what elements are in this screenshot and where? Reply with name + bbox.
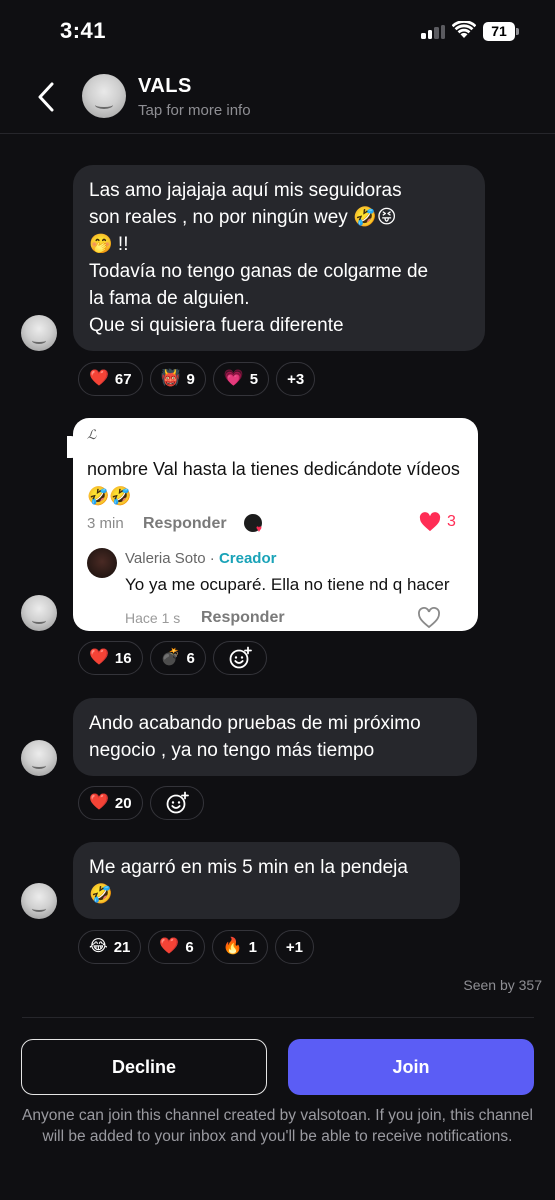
reaction-count: 20 — [114, 794, 132, 812]
comment-author-initial: ℒ — [87, 428, 97, 443]
reaction-pill[interactable]: 💣 6 — [149, 641, 206, 675]
reaction-pill[interactable]: ❤️ 16 — [78, 641, 143, 675]
message-line: Ando acabando pruebas de mi próximo — [89, 713, 421, 734]
channel-info-hint[interactable]: Tap for more info — [138, 102, 251, 119]
message-line: Todavía no tengo ganas de colgarme de — [89, 261, 429, 282]
reaction-count: 5 — [249, 370, 259, 388]
reaction-emoji: 😂 — [89, 938, 108, 955]
message-line: Las amo jajajaja aquí mis seguidoras — [89, 180, 402, 201]
more-reactions-pill[interactable]: +3 — [276, 362, 316, 396]
message-line: 🤣 — [89, 884, 113, 905]
reaction-count: 6 — [185, 938, 194, 956]
sender-avatar[interactable] — [21, 315, 57, 351]
reaction-pill[interactable]: 💗 5 — [212, 362, 270, 396]
reaction-emoji: 💗 — [223, 370, 244, 387]
divider — [22, 1017, 534, 1018]
sender-avatar[interactable] — [21, 883, 57, 919]
reaction-pill[interactable]: 🔥 1 — [211, 930, 268, 964]
reply-author: Valeria Soto · Creador — [125, 550, 276, 567]
reaction-count: +3 — [287, 370, 305, 388]
reply-reply-button[interactable]: Responder — [201, 609, 285, 627]
reaction-count: +1 — [285, 938, 304, 956]
mini-heart-icon: ♥ — [256, 524, 262, 535]
back-arrow-icon[interactable] — [30, 78, 64, 116]
comment-reply-button[interactable]: Responder — [143, 515, 227, 533]
status-time: 3:41 — [60, 18, 107, 43]
message-line: Me agarró en mis 5 min en la pendeja — [89, 857, 408, 878]
battery-level: 71 — [483, 22, 515, 41]
comment-like[interactable]: 3 — [419, 512, 456, 532]
reaction-pill[interactable]: ❤️ 67 — [78, 362, 143, 396]
add-reaction-button[interactable] — [212, 641, 267, 675]
shared-comment-card[interactable]: ℒ nombre Val hasta la tienes dedicándote… — [73, 418, 478, 631]
reply-author-avatar — [87, 548, 117, 578]
message-bubble[interactable]: Las amo jajajaja aquí mis seguidoras son… — [73, 165, 485, 351]
reaction-bar: ❤️ 20 — [78, 786, 204, 820]
reaction-count: 21 — [113, 938, 131, 956]
reaction-bar: ❤️ 16 💣 6 — [78, 641, 267, 675]
comment-time: 3 min — [87, 515, 124, 532]
comment-text: nombre Val hasta la tienes dedicándote v… — [87, 456, 478, 510]
reaction-bar: ❤️ 67 👹 9 💗 5 +3 — [78, 362, 316, 396]
reaction-count: 16 — [114, 649, 132, 667]
message-line: negocio , ya no tengo más tiempo — [89, 740, 375, 761]
message-bubble[interactable]: Ando acabando pruebas de mi próximo nego… — [73, 698, 477, 776]
reaction-emoji: ❤️ — [89, 370, 109, 387]
more-reactions-pill[interactable]: +1 — [274, 930, 315, 964]
reaction-emoji: 👹 — [160, 370, 181, 387]
sender-avatar[interactable] — [21, 595, 57, 631]
reply-author-name: Valeria Soto — [125, 550, 206, 567]
wifi-icon — [452, 21, 476, 38]
message-bubble[interactable]: Me agarró en mis 5 min en la pendeja 🤣 — [73, 842, 460, 919]
creator-tag: Creador — [218, 550, 277, 567]
comment-like-count: 3 — [447, 513, 456, 530]
reaction-emoji: ❤️ — [89, 794, 109, 811]
reaction-count: 6 — [186, 649, 195, 667]
channel-title[interactable]: VALS — [138, 75, 192, 98]
add-reaction-icon — [229, 646, 252, 669]
reaction-count: 1 — [248, 938, 257, 956]
heart-outline-icon[interactable] — [417, 607, 441, 629]
reaction-emoji: ❤️ — [159, 938, 180, 955]
reaction-bar: 😂 21 ❤️ 6 🔥 1 +1 — [78, 930, 315, 964]
channel-avatar[interactable] — [82, 74, 126, 118]
reply-separator: · — [205, 550, 219, 567]
message-line: 🤭 !! — [89, 234, 129, 255]
battery-icon: 71 — [483, 22, 519, 41]
reply-text: Yo ya me ocuparé. Ella no tiene nd q hac… — [125, 575, 450, 594]
add-reaction-button[interactable] — [149, 786, 204, 820]
heart-filled-icon — [419, 512, 441, 532]
reaction-count: 9 — [186, 370, 195, 388]
comment-line: 🤣🤣 — [87, 486, 132, 506]
add-reaction-icon — [166, 791, 189, 814]
decline-button[interactable]: Decline — [21, 1039, 267, 1095]
reaction-pill[interactable]: 👹 9 — [149, 362, 206, 396]
status-bar: 3:41 71 — [0, 0, 555, 62]
reaction-pill[interactable]: ❤️ 20 — [78, 786, 143, 820]
cellular-signal-icon — [421, 25, 447, 39]
reaction-emoji: 🔥 — [222, 938, 243, 955]
join-button[interactable]: Join — [288, 1039, 534, 1095]
message-line: son reales , no por ningún wey 🤣😝 — [89, 207, 397, 228]
reply-time: Hace 1 s — [125, 610, 181, 626]
reaction-pill[interactable]: 😂 21 — [78, 930, 142, 964]
seen-by-count: Seen by 357 — [463, 977, 542, 993]
reaction-count: 67 — [114, 370, 132, 388]
reaction-emoji: ❤️ — [89, 649, 109, 666]
join-channel-notice: Anyone can join this channel created by … — [22, 1107, 533, 1145]
chat-header: VALS Tap for more info — [0, 62, 555, 134]
reaction-pill[interactable]: ❤️ 6 — [148, 930, 205, 964]
message-line: la fama de alguien. — [89, 288, 250, 309]
sender-avatar[interactable] — [21, 740, 57, 776]
reaction-emoji: 💣 — [160, 649, 181, 666]
comment-line: nombre Val hasta la tienes dedicándote v… — [87, 459, 460, 479]
message-line: Que si quisiera fuera diferente — [89, 315, 344, 336]
